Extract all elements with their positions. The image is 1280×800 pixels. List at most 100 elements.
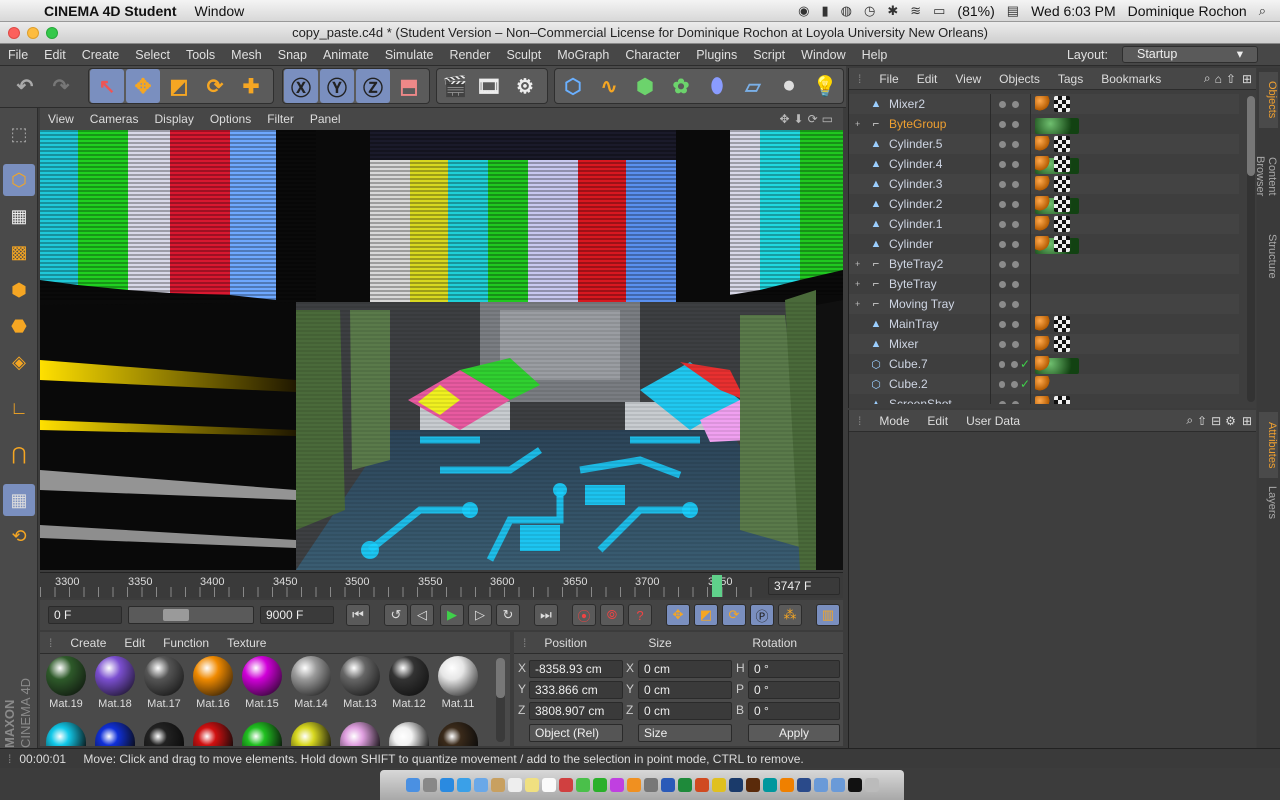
rotate-tool-icon[interactable]: ⟳	[198, 69, 232, 103]
record-scale-icon[interactable]: ◩	[694, 604, 718, 626]
record-rotation-icon[interactable]: ⟳	[722, 604, 746, 626]
enabled-check-icon[interactable]: ✓	[1020, 357, 1030, 371]
next-frame-icon[interactable]: ▷	[468, 604, 492, 626]
next-key-icon[interactable]: ↻	[496, 604, 520, 626]
previous-key-icon[interactable]: ↺	[384, 604, 408, 626]
editor-visibility-dot[interactable]	[999, 100, 1006, 108]
viewport-menu-display[interactable]: Display	[146, 112, 201, 126]
timeline-ruler[interactable]: 3300 3350 3400 3450 3500 3550 3600 3650 …	[40, 572, 843, 598]
editor-visibility-dot[interactable]	[999, 340, 1006, 348]
am-menu-user-data[interactable]: User Data	[957, 414, 1029, 428]
rot-h-field[interactable]: 0 °	[748, 660, 840, 678]
coordinate-mode-dropdown[interactable]: Object (Rel)	[529, 724, 623, 742]
messages-icon[interactable]	[575, 778, 590, 792]
polygons-mode-icon[interactable]: ◈	[3, 346, 35, 378]
material-menu-edit[interactable]: Edit	[115, 636, 154, 650]
edges-mode-icon[interactable]: ⬣	[3, 310, 35, 342]
mail-icon[interactable]	[473, 778, 488, 792]
render-visibility-dot[interactable]	[1012, 160, 1019, 168]
redo-icon[interactable]: ↷	[44, 69, 78, 103]
visibility-dots[interactable]	[990, 334, 1030, 354]
material-swatch[interactable]: Mat.19	[44, 656, 88, 710]
viewport-menu-cameras[interactable]: Cameras	[82, 112, 147, 126]
render-visibility-dot[interactable]	[1011, 360, 1018, 368]
material-swatch[interactable]	[242, 722, 282, 746]
editor-visibility-dot[interactable]	[999, 180, 1006, 188]
render-settings-icon[interactable]: ⚙	[508, 69, 542, 103]
tab-content-browser[interactable]: Content Browser	[1254, 130, 1278, 222]
new-window-icon[interactable]: ⊞	[1238, 72, 1256, 86]
object-name[interactable]: Cylinder.2	[889, 197, 994, 211]
record-position-icon[interactable]: ✥	[666, 604, 690, 626]
editor-visibility-dot[interactable]	[999, 380, 1006, 388]
phong-tag-icon[interactable]	[1035, 156, 1051, 172]
om-menu-view[interactable]: View	[946, 72, 990, 86]
material-swatch[interactable]: Mat.18	[93, 656, 137, 710]
object-list-scrollbar[interactable]	[1247, 96, 1255, 402]
previous-frame-icon[interactable]: ◁	[410, 604, 434, 626]
itunes-icon[interactable]	[609, 778, 624, 792]
editor-visibility-dot[interactable]	[999, 160, 1006, 168]
menu-mograph[interactable]: MoGraph	[549, 48, 617, 62]
user-name[interactable]: Dominique Rochon	[1128, 3, 1247, 19]
object-name[interactable]: ScreenShot	[889, 397, 994, 404]
editor-visibility-dot[interactable]	[999, 260, 1006, 268]
visibility-dots[interactable]	[990, 294, 1030, 314]
record-point-level-icon[interactable]: ⁂	[778, 604, 802, 626]
autokey-icon[interactable]: ⦾	[600, 604, 624, 626]
settings-icon[interactable]: ⚙	[1223, 414, 1238, 428]
facetime-icon[interactable]	[592, 778, 607, 792]
app-menu-title[interactable]: CINEMA 4D Student	[44, 3, 176, 19]
tex-tag-icon[interactable]	[1054, 396, 1070, 404]
material-swatch[interactable]	[340, 722, 380, 746]
notes-icon[interactable]	[524, 778, 539, 792]
go-to-start-icon[interactable]: ⏮	[346, 604, 370, 626]
object-name[interactable]: ByteTray	[889, 277, 994, 291]
vpn-icon[interactable]: ◍	[841, 3, 852, 19]
material-menu-icon[interactable]: ⁞	[40, 636, 61, 650]
enabled-check-icon[interactable]: ✓	[1020, 377, 1030, 391]
up-icon[interactable]: ⇧	[1224, 72, 1238, 86]
visibility-dots[interactable]: ✓	[990, 354, 1030, 374]
camera-icon[interactable]: ⏺	[772, 69, 806, 103]
material-swatch[interactable]: Mat.15	[240, 656, 284, 710]
object-row[interactable]: ▲ Cylinder.3	[849, 174, 1239, 214]
visibility-dots[interactable]	[990, 214, 1030, 234]
object-row[interactable]: + ⌐ ByteGroup	[849, 114, 1239, 134]
search-icon[interactable]: ⌕	[1202, 71, 1213, 86]
expand-toggle-icon[interactable]: +	[855, 119, 865, 129]
menu-script[interactable]: Script	[745, 48, 793, 62]
viewport-menu-panel[interactable]: Panel	[302, 112, 349, 126]
vlc-icon[interactable]	[779, 778, 794, 792]
menu-help[interactable]: Help	[854, 48, 896, 62]
contacts-icon[interactable]	[490, 778, 505, 792]
object-name[interactable]: Cube.7	[889, 357, 994, 371]
menu-file[interactable]: File	[0, 48, 36, 62]
editor-visibility-dot[interactable]	[999, 320, 1006, 328]
floor-icon[interactable]: ▱	[736, 69, 770, 103]
render-visibility-dot[interactable]	[1012, 280, 1019, 288]
material-scrollbar[interactable]	[496, 658, 505, 742]
phong-tag-icon[interactable]	[1035, 336, 1051, 352]
am-menu-edit[interactable]: Edit	[918, 414, 957, 428]
snap-magnet-icon[interactable]: ⋂	[3, 438, 35, 470]
render-visibility-dot[interactable]	[1012, 400, 1019, 404]
z-axis-icon[interactable]: Ⓩ	[356, 69, 390, 103]
phong-tag-icon[interactable]	[1035, 196, 1051, 212]
material-swatch[interactable]	[389, 722, 429, 746]
object-name[interactable]: MainTray	[889, 317, 994, 331]
editor-visibility-dot[interactable]	[999, 240, 1006, 248]
word-icon[interactable]	[660, 778, 675, 792]
cube-icon[interactable]: ⬡	[556, 69, 590, 103]
3d-viewport[interactable]	[40, 130, 843, 570]
phong-tag-icon[interactable]	[1035, 356, 1051, 372]
tex-tag-icon[interactable]	[1054, 236, 1070, 252]
tex-tag-icon[interactable]	[1054, 156, 1070, 172]
current-frame-field[interactable]: 3747 F	[768, 577, 840, 595]
timeline-window-icon[interactable]: ▥	[816, 604, 840, 626]
material-menu-function[interactable]: Function	[154, 636, 218, 650]
reminders-icon[interactable]	[541, 778, 556, 792]
workplane-refresh-icon[interactable]: ⟲	[3, 520, 35, 552]
viewport-navigation-icons[interactable]: ✥⬇⟳▭	[771, 112, 843, 126]
menu-character[interactable]: Character	[617, 48, 688, 62]
